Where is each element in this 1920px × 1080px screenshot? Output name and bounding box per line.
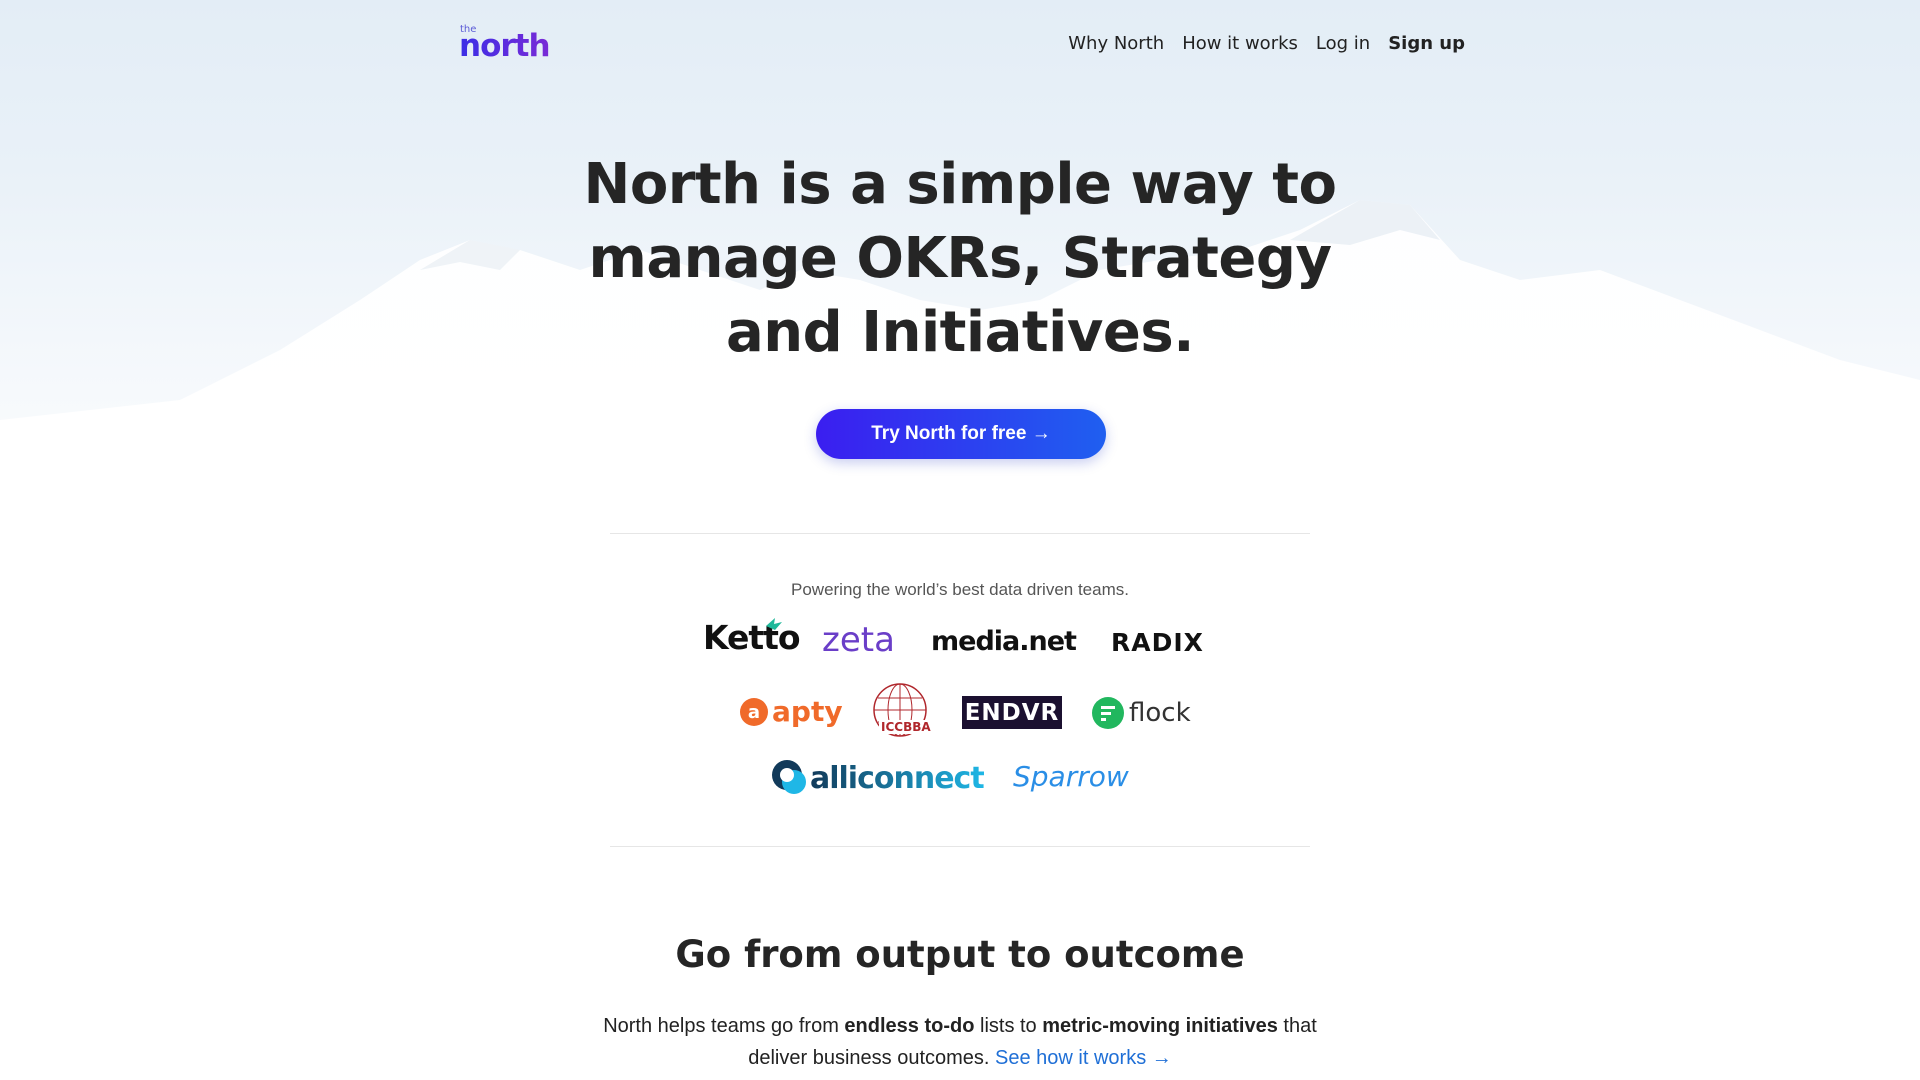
logo-radix: RADIX	[1111, 628, 1204, 657]
customers-tagline: Powering the world’s best data driven te…	[791, 580, 1129, 599]
logo-media-net: media.net	[931, 626, 1077, 657]
nav-links: Why North How it works Log in Sign up	[1068, 33, 1465, 54]
nav-link-log-in[interactable]: Log in	[1316, 33, 1370, 54]
logo-sparrow: Sparrow	[1013, 760, 1129, 793]
logo-apty: a apty	[739, 695, 843, 728]
body-text-2: lists to	[974, 1015, 1043, 1037]
see-how-it-works-link[interactable]: See how it works →	[995, 1047, 1172, 1069]
nav-link-how-it-works[interactable]: How it works	[1182, 33, 1298, 54]
logo-iccbba: ICCBBA	[864, 682, 936, 742]
north-logo[interactable]: the north	[459, 22, 551, 64]
logo-zeta: zeta	[822, 620, 895, 660]
flock-mark-icon	[1092, 697, 1124, 729]
logo-endvr: ENDVR	[962, 696, 1062, 729]
body-bold-1: endless to-do	[844, 1015, 975, 1037]
try-north-free-button[interactable]: Try North for free →	[816, 409, 1106, 459]
divider-top	[610, 533, 1310, 534]
svg-text:a: a	[748, 702, 760, 723]
hero-title-line-2: manage OKRs, Strategy	[588, 226, 1332, 291]
divider-bottom	[610, 846, 1310, 847]
section-description: North helps teams go from endless to-do …	[600, 1010, 1320, 1074]
apty-mark-icon: a	[740, 697, 768, 726]
section-title: Go from output to outcome	[675, 933, 1245, 976]
alliconnect-bubble-icon	[772, 760, 806, 794]
hero-title: North is a simple way to manage OKRs, St…	[560, 148, 1360, 370]
body-text-1: North helps teams go from	[603, 1015, 845, 1037]
hero-title-line-1: North is a simple way to	[583, 152, 1337, 217]
top-nav: the north Why North How it works Log in …	[459, 22, 1465, 64]
ketto-bird-icon	[766, 618, 782, 630]
nav-signup-link[interactable]: Sign up	[1388, 33, 1465, 54]
logo-wordmark: north	[459, 28, 551, 64]
body-bold-2: metric-moving initiatives	[1042, 1015, 1278, 1037]
logo-flock: flock	[1091, 696, 1191, 730]
hero-title-line-3: and Initiatives.	[726, 300, 1194, 365]
nav-link-why-north[interactable]: Why North	[1068, 33, 1164, 54]
logo-ketto: Ketto	[703, 618, 801, 657]
logo-alliconnect: alliconnect	[770, 758, 985, 798]
